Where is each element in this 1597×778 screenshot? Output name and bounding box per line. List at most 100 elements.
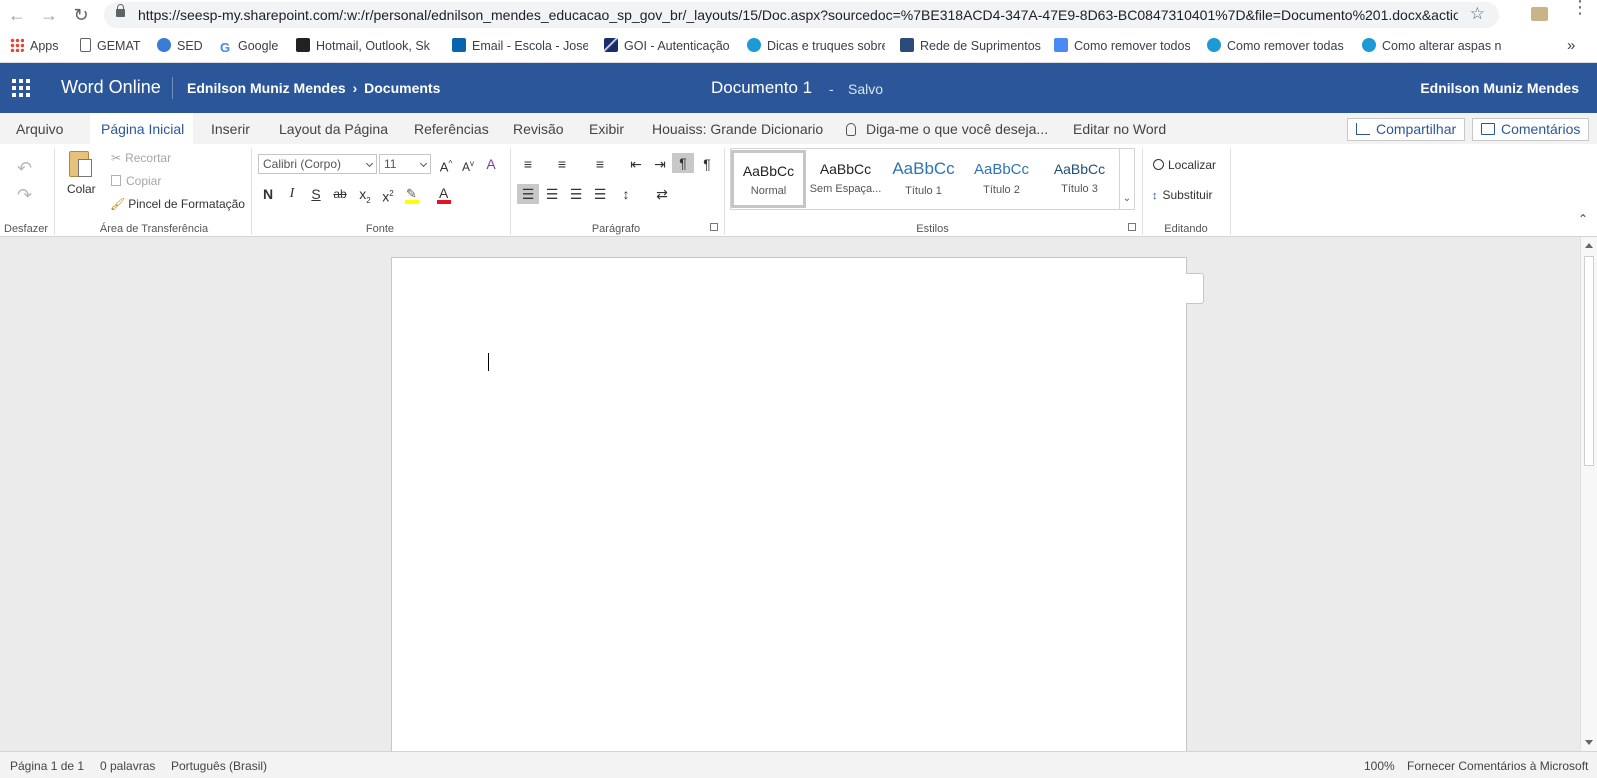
shrink-font-icon[interactable]: Av <box>458 154 478 174</box>
language-indicator[interactable]: Português (Brasil) <box>171 759 267 773</box>
format-painter-label: Pincel de Formatação <box>128 197 245 211</box>
collapse-ribbon-chevron-icon[interactable]: ⌃ <box>1578 212 1588 226</box>
comments-button[interactable]: Comentários <box>1472 118 1590 141</box>
font-family-select[interactable]: Calibri (Corpo) <box>258 154 377 174</box>
share-button[interactable]: Compartilhar <box>1347 118 1466 141</box>
tab-houaiss[interactable]: Houaiss: Grande Dicionario <box>652 121 823 137</box>
tab-arquivo[interactable]: Arquivo <box>16 121 63 137</box>
subscript-button[interactable]: x2 <box>355 184 375 205</box>
app-name[interactable]: Word Online <box>61 77 161 98</box>
app-launcher-icon[interactable] <box>12 79 30 97</box>
bookmark-email-escola[interactable]: Email - Escola - Jose <box>452 37 588 55</box>
tab-pagina-inicial[interactable]: Página Inicial <box>101 121 184 137</box>
replace-button[interactable]: ↕ Substituir <box>1152 188 1213 202</box>
extension-icon[interactable] <box>1531 7 1548 21</box>
style-preview: AaBbCc <box>892 159 955 178</box>
underline-button[interactable]: S <box>306 184 326 204</box>
bookmark-gemat[interactable]: GEMAT <box>80 37 148 55</box>
back-arrow-icon[interactable]: ← <box>6 4 28 26</box>
undo-icon[interactable]: ↶ <box>17 158 32 179</box>
tab-inserir[interactable]: Inserir <box>211 121 250 137</box>
bookmark-como-alterar[interactable]: Como alterar aspas n <box>1362 37 1502 55</box>
clear-formatting-icon[interactable]: A <box>481 154 501 174</box>
paragraph-dialog-launcher-icon[interactable] <box>710 223 718 231</box>
italic-button[interactable]: I <box>282 184 302 204</box>
bullets-icon[interactable]: ≡ <box>518 154 538 174</box>
zoom-level[interactable]: 100% <box>1364 759 1395 773</box>
multilevel-list-icon[interactable]: ≡ <box>590 154 610 174</box>
numbering-icon[interactable]: ≡ <box>552 154 572 174</box>
group-separator <box>1142 148 1143 235</box>
format-painter-button[interactable]: 🖌 Pincel de Formatação <box>110 197 245 211</box>
styles-more-chevron-icon[interactable]: ⌄ <box>1119 148 1135 210</box>
style-titulo-3[interactable]: AaBbCc Título 3 <box>1042 151 1117 207</box>
strikethrough-button[interactable]: ab <box>330 184 350 204</box>
document-title[interactable]: Documento 1 <box>711 78 812 98</box>
bookmark-goi[interactable]: GOI - Autenticação <box>604 37 734 55</box>
group-separator <box>251 148 252 235</box>
feedback-link[interactable]: Fornecer Comentários à Microsoft <box>1407 759 1588 773</box>
breadcrumb-folder[interactable]: Documents <box>364 80 440 96</box>
bookmarks-overflow[interactable]: » <box>1567 37 1587 55</box>
tab-layout[interactable]: Layout da Página <box>279 121 388 137</box>
increase-indent-icon[interactable]: ⇥ <box>650 154 670 174</box>
bookmark-label: Apps <box>30 39 59 53</box>
user-name[interactable]: Ednilson Muniz Mendes <box>1420 80 1579 96</box>
style-titulo-2[interactable]: AaBbCc Título 2 <box>964 151 1039 207</box>
bookmark-como-remover-todos[interactable]: Como remover todos <box>1054 37 1190 55</box>
address-bar[interactable]: https://seesp-my.sharepoint.com/:w:/r/pe… <box>104 2 1499 28</box>
scroll-down-icon[interactable] <box>1585 740 1593 745</box>
breadcrumb-owner[interactable]: Ednilson Muniz Mendes <box>187 80 346 96</box>
doc-status-separator: - <box>829 81 834 97</box>
style-normal[interactable]: AaBbCc Normal <box>731 150 806 208</box>
tab-editar-no-word[interactable]: Editar no Word <box>1073 121 1166 137</box>
scrollbar-thumb[interactable] <box>1584 256 1594 466</box>
paste-label[interactable]: Colar <box>67 182 96 196</box>
highlight-color-button[interactable]: ✎ <box>404 186 426 204</box>
styles-dialog-launcher-icon[interactable] <box>1128 223 1136 231</box>
address-url[interactable]: https://seesp-my.sharepoint.com/:w:/r/pe… <box>138 7 1458 23</box>
align-center-icon[interactable]: ☰ <box>542 184 562 204</box>
bookmark-rede[interactable]: Rede de Suprimentos <box>900 37 1060 55</box>
decrease-indent-icon[interactable]: ⇤ <box>626 154 646 174</box>
bookmark-google[interactable]: G Google <box>218 37 283 55</box>
reload-icon[interactable]: ↻ <box>70 4 92 26</box>
browser-menu-icon[interactable]: ⋮ <box>1571 0 1589 24</box>
font-size-select[interactable]: 11 <box>379 154 431 174</box>
tab-revisao[interactable]: Revisão <box>513 121 564 137</box>
document-canvas <box>0 237 1580 757</box>
rtl-direction-icon[interactable]: ¶ <box>697 154 717 174</box>
paragraph-spacing-icon[interactable]: ⇄ <box>652 184 672 204</box>
font-color-button[interactable]: A <box>436 185 462 204</box>
align-right-icon[interactable]: ☰ <box>566 184 586 204</box>
bookmark-star-icon[interactable]: ☆ <box>1470 4 1485 24</box>
scroll-up-icon[interactable] <box>1585 243 1593 248</box>
justify-icon[interactable]: ☰ <box>590 184 610 204</box>
tab-exibir[interactable]: Exibir <box>589 121 624 137</box>
cut-button[interactable]: ✂ Recortar <box>111 151 171 165</box>
grow-font-icon[interactable]: A^ <box>436 154 456 174</box>
bold-button[interactable]: N <box>258 184 278 204</box>
comment-pane-tab[interactable] <box>1186 273 1204 304</box>
group-separator <box>54 148 55 235</box>
bookmark-label: GEMAT <box>97 39 141 53</box>
bookmark-sed[interactable]: SED <box>157 37 207 55</box>
style-titulo-1[interactable]: AaBbCc Título 1 <box>886 151 961 207</box>
line-spacing-icon[interactable]: ↕ <box>616 184 636 204</box>
document-page[interactable] <box>391 257 1187 757</box>
vertical-scrollbar[interactable] <box>1580 237 1597 751</box>
redo-icon[interactable]: ↷ <box>17 185 32 206</box>
copy-button[interactable]: Copiar <box>111 174 161 188</box>
forward-arrow-icon[interactable]: → <box>38 4 60 26</box>
tab-referencias[interactable]: Referências <box>414 121 489 137</box>
bookmark-dicas[interactable]: Dicas e truques sobre <box>747 37 885 55</box>
bookmark-apps[interactable]: Apps <box>10 37 70 55</box>
bookmark-como-remover-todas[interactable]: Como remover todas <box>1207 37 1345 55</box>
style-sem-espacamento[interactable]: AaBbCc Sem Espaça... <box>808 151 883 207</box>
tell-me-box[interactable]: Diga-me o que você deseja... <box>846 121 1048 137</box>
superscript-button[interactable]: x2 <box>378 184 398 205</box>
ltr-direction-icon[interactable]: ¶ <box>672 153 694 173</box>
find-button[interactable]: Localizar <box>1153 158 1216 172</box>
bookmark-hotmail[interactable]: Hotmail, Outlook, Sk <box>296 37 430 55</box>
align-left-icon[interactable]: ☰ <box>517 184 539 204</box>
